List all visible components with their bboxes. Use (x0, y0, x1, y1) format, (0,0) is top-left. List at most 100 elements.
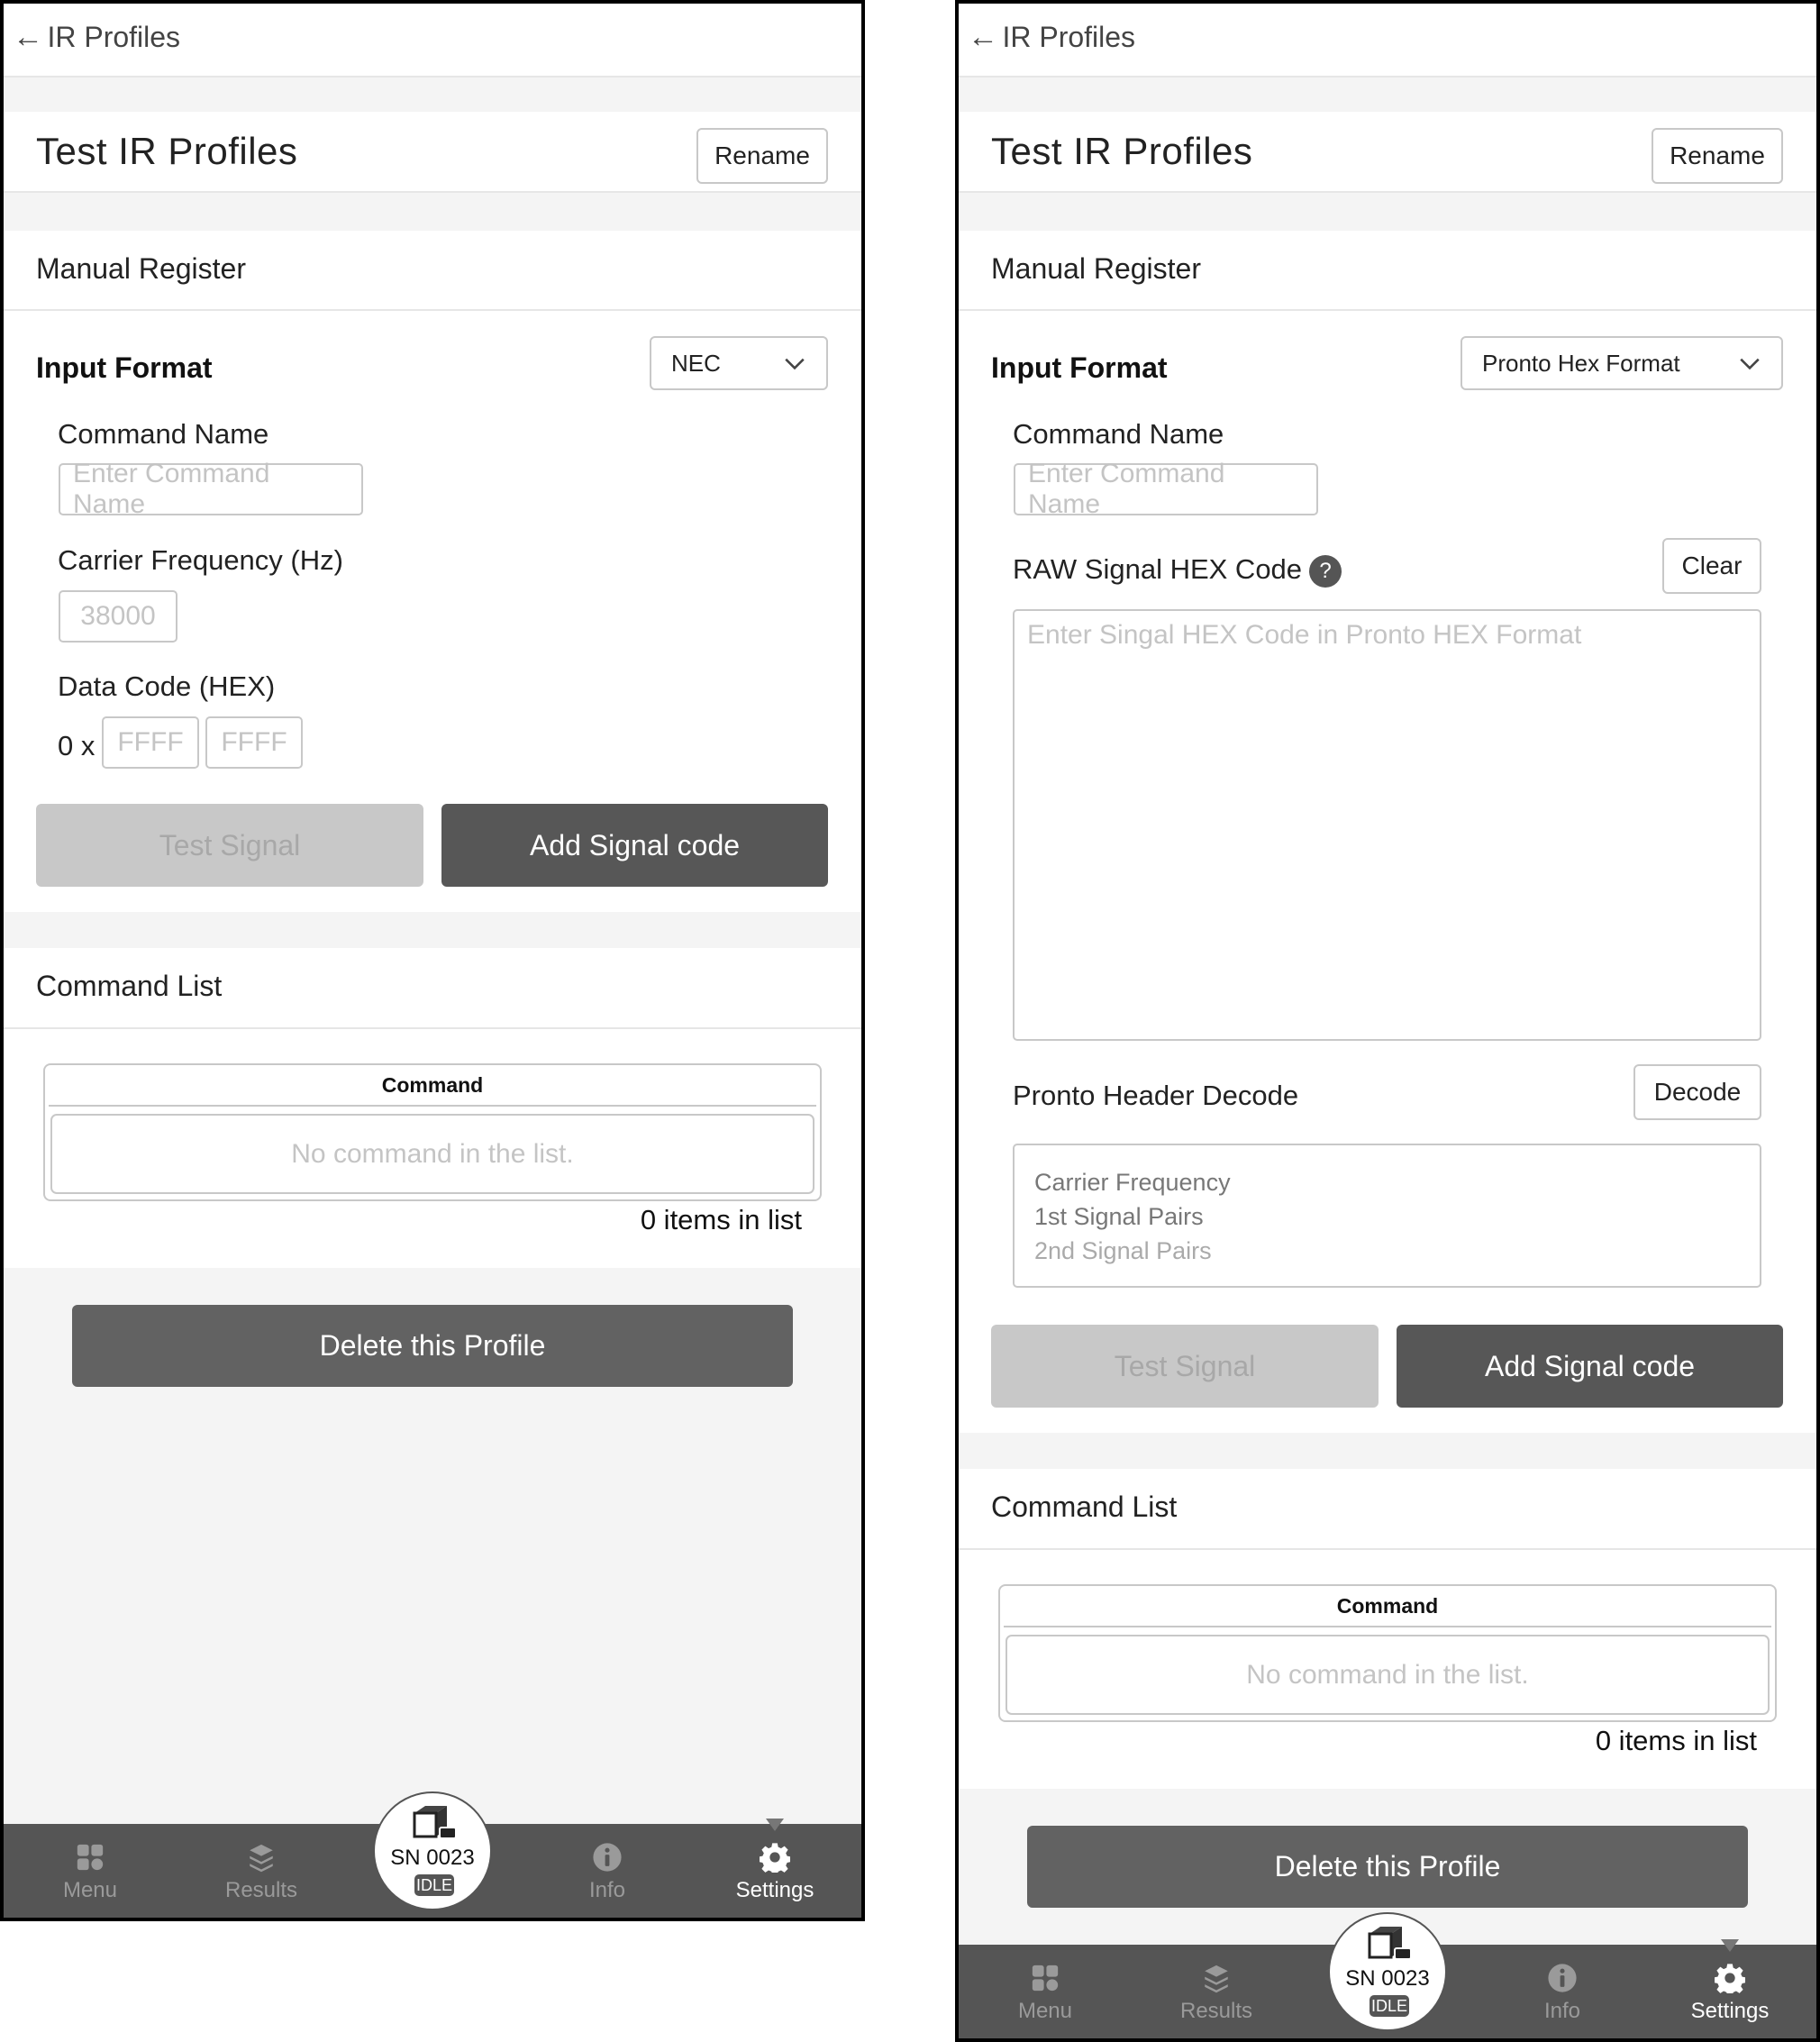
input-format-value: Pronto Hex Format (1482, 349, 1680, 377)
nav-label-results: Results (224, 1878, 298, 1902)
input-format-select[interactable]: Pronto Hex Format (1461, 336, 1783, 390)
items-count: 0 items in list (1595, 1725, 1757, 1756)
device-status-badge: IDLE (414, 1874, 454, 1896)
command-name-label: Command Name (1013, 418, 1224, 450)
nav-item-info[interactable]: Info (1490, 1963, 1634, 2024)
grid-icon (1032, 1965, 1059, 1992)
info-icon (1548, 1964, 1577, 1992)
data-code-input-2[interactable]: FFFF (205, 716, 303, 769)
decode-line-pairs-2: 2nd Signal Pairs (1034, 1237, 1212, 1264)
manual-register-section: Manual Register Input Format NEC Command… (4, 231, 861, 912)
active-indicator (766, 1819, 784, 1831)
pronto-header-label: Pronto Header Decode (1013, 1080, 1299, 1111)
command-name-input[interactable]: Enter Command Name (59, 459, 363, 519)
layers-icon (1205, 1965, 1228, 1993)
hex-prefix: 0 x (58, 730, 96, 761)
decode-line-pairs-1: 1st Signal Pairs (1034, 1203, 1204, 1230)
nav-label-results: Results (1179, 1999, 1253, 2023)
empty-list-row: No command in the list. (50, 1114, 814, 1194)
device-icon (413, 1806, 457, 1839)
back-label: IR Profiles (1002, 21, 1136, 53)
command-list-section: Command List Command No command in the l… (4, 948, 861, 1268)
nav-item-settings[interactable]: Settings (703, 1842, 847, 1903)
nav-item-info[interactable]: Info (535, 1842, 679, 1903)
back-button[interactable]: ← IR Profiles (968, 20, 1135, 55)
nav-label-menu: Menu (1017, 1999, 1073, 2023)
command-list-title: Command List (36, 970, 223, 1002)
delete-profile-button[interactable]: Delete this Profile (1027, 1826, 1748, 1908)
info-icon (593, 1843, 622, 1872)
data-code-input-1[interactable]: FFFF (102, 716, 199, 769)
active-indicator (1721, 1939, 1739, 1952)
back-button[interactable]: ← IR Profiles (13, 20, 180, 55)
add-signal-code-button[interactable]: Add Signal code (441, 804, 828, 887)
gear-icon (1715, 1964, 1745, 1993)
carrier-frequency-input[interactable]: 38000 (59, 590, 177, 643)
device-serial: SN 0023 (390, 1846, 475, 1870)
column-header-command: Command (381, 1072, 484, 1097)
raw-hex-label-row: RAW Signal HEX Code? (1013, 553, 1342, 588)
help-icon[interactable]: ? (1309, 554, 1342, 588)
input-format-label: Input Format (991, 351, 1168, 384)
top-bar: ← IR Profiles (959, 4, 1816, 77)
device-serial: SN 0023 (1345, 1966, 1430, 1991)
profile-title-section: Test IR Profiles Rename (959, 112, 1816, 193)
top-bar: ← IR Profiles (4, 4, 861, 77)
page-title: Test IR Profiles (991, 130, 1253, 172)
nav-label-info: Info (1543, 1999, 1581, 2023)
profile-title-section: Test IR Profiles Rename (4, 112, 861, 193)
device-status-badge: IDLE (1370, 1995, 1409, 2017)
device-icon (1368, 1927, 1412, 1960)
test-signal-button[interactable]: Test Signal (991, 1325, 1379, 1408)
nav-item-results[interactable]: Results (189, 1842, 333, 1903)
command-list-title: Command List (991, 1490, 1178, 1523)
nav-label-menu: Menu (62, 1878, 118, 1902)
back-arrow-icon: ← (968, 20, 998, 54)
command-name-label: Command Name (58, 418, 269, 450)
manual-register-title: Manual Register (36, 252, 246, 285)
empty-list-row: No command in the list. (1006, 1635, 1770, 1715)
nav-label-settings: Settings (735, 1878, 814, 1902)
input-format-value: NEC (671, 349, 721, 377)
nav-label-settings: Settings (1690, 1999, 1770, 2023)
command-list-section: Command List Command No command in the l… (959, 1469, 1816, 1789)
raw-hex-textarea[interactable]: Enter Singal HEX Code in Pronto HEX Form… (1013, 609, 1761, 1041)
nav-item-menu[interactable]: Menu (18, 1842, 162, 1903)
device-status-button[interactable]: SN 0023 IDLE (373, 1791, 492, 1910)
screen-pronto-format: ← IR Profiles Test IR Profiles Rename Ma… (955, 0, 1820, 2042)
layers-icon (250, 1844, 273, 1873)
command-table: Command No command in the list. (43, 1063, 822, 1201)
nav-item-results[interactable]: Results (1144, 1963, 1288, 2024)
clear-button[interactable]: Clear (1662, 538, 1761, 594)
rename-button[interactable]: Rename (696, 128, 828, 184)
data-code-label: Data Code (HEX) (58, 670, 276, 702)
items-count: 0 items in list (640, 1204, 802, 1235)
back-arrow-icon: ← (13, 20, 43, 54)
command-name-input[interactable]: Enter Command Name (1014, 459, 1318, 519)
delete-profile-button[interactable]: Delete this Profile (72, 1305, 793, 1387)
rename-button[interactable]: Rename (1652, 128, 1783, 184)
test-signal-button[interactable]: Test Signal (36, 804, 423, 887)
carrier-frequency-label: Carrier Frequency (Hz) (58, 544, 343, 576)
nav-item-menu[interactable]: Menu (973, 1963, 1117, 2024)
command-table: Command No command in the list. (998, 1584, 1777, 1722)
input-format-select[interactable]: NEC (650, 336, 828, 390)
chevron-down-icon (1740, 358, 1760, 370)
decode-button[interactable]: Decode (1633, 1064, 1761, 1120)
page-title: Test IR Profiles (36, 130, 298, 172)
nav-item-settings[interactable]: Settings (1658, 1963, 1802, 2024)
gear-icon (760, 1843, 790, 1873)
decode-line-carrier: Carrier Frequency (1034, 1169, 1231, 1196)
input-format-label: Input Format (36, 351, 213, 384)
device-status-button[interactable]: SN 0023 IDLE (1328, 1912, 1447, 2031)
column-header-command: Command (1336, 1593, 1439, 1618)
grid-icon (77, 1844, 104, 1871)
back-label: IR Profiles (47, 21, 181, 53)
nav-label-info: Info (588, 1878, 626, 1902)
raw-hex-label: RAW Signal HEX Code (1013, 553, 1303, 585)
manual-register-title: Manual Register (991, 252, 1201, 285)
manual-register-section: Manual Register Input Format Pronto Hex … (959, 231, 1816, 1433)
pronto-decode-output: Carrier Frequency 1st Signal Pairs 2nd S… (1013, 1144, 1761, 1288)
chevron-down-icon (785, 358, 805, 370)
add-signal-code-button[interactable]: Add Signal code (1397, 1325, 1783, 1408)
